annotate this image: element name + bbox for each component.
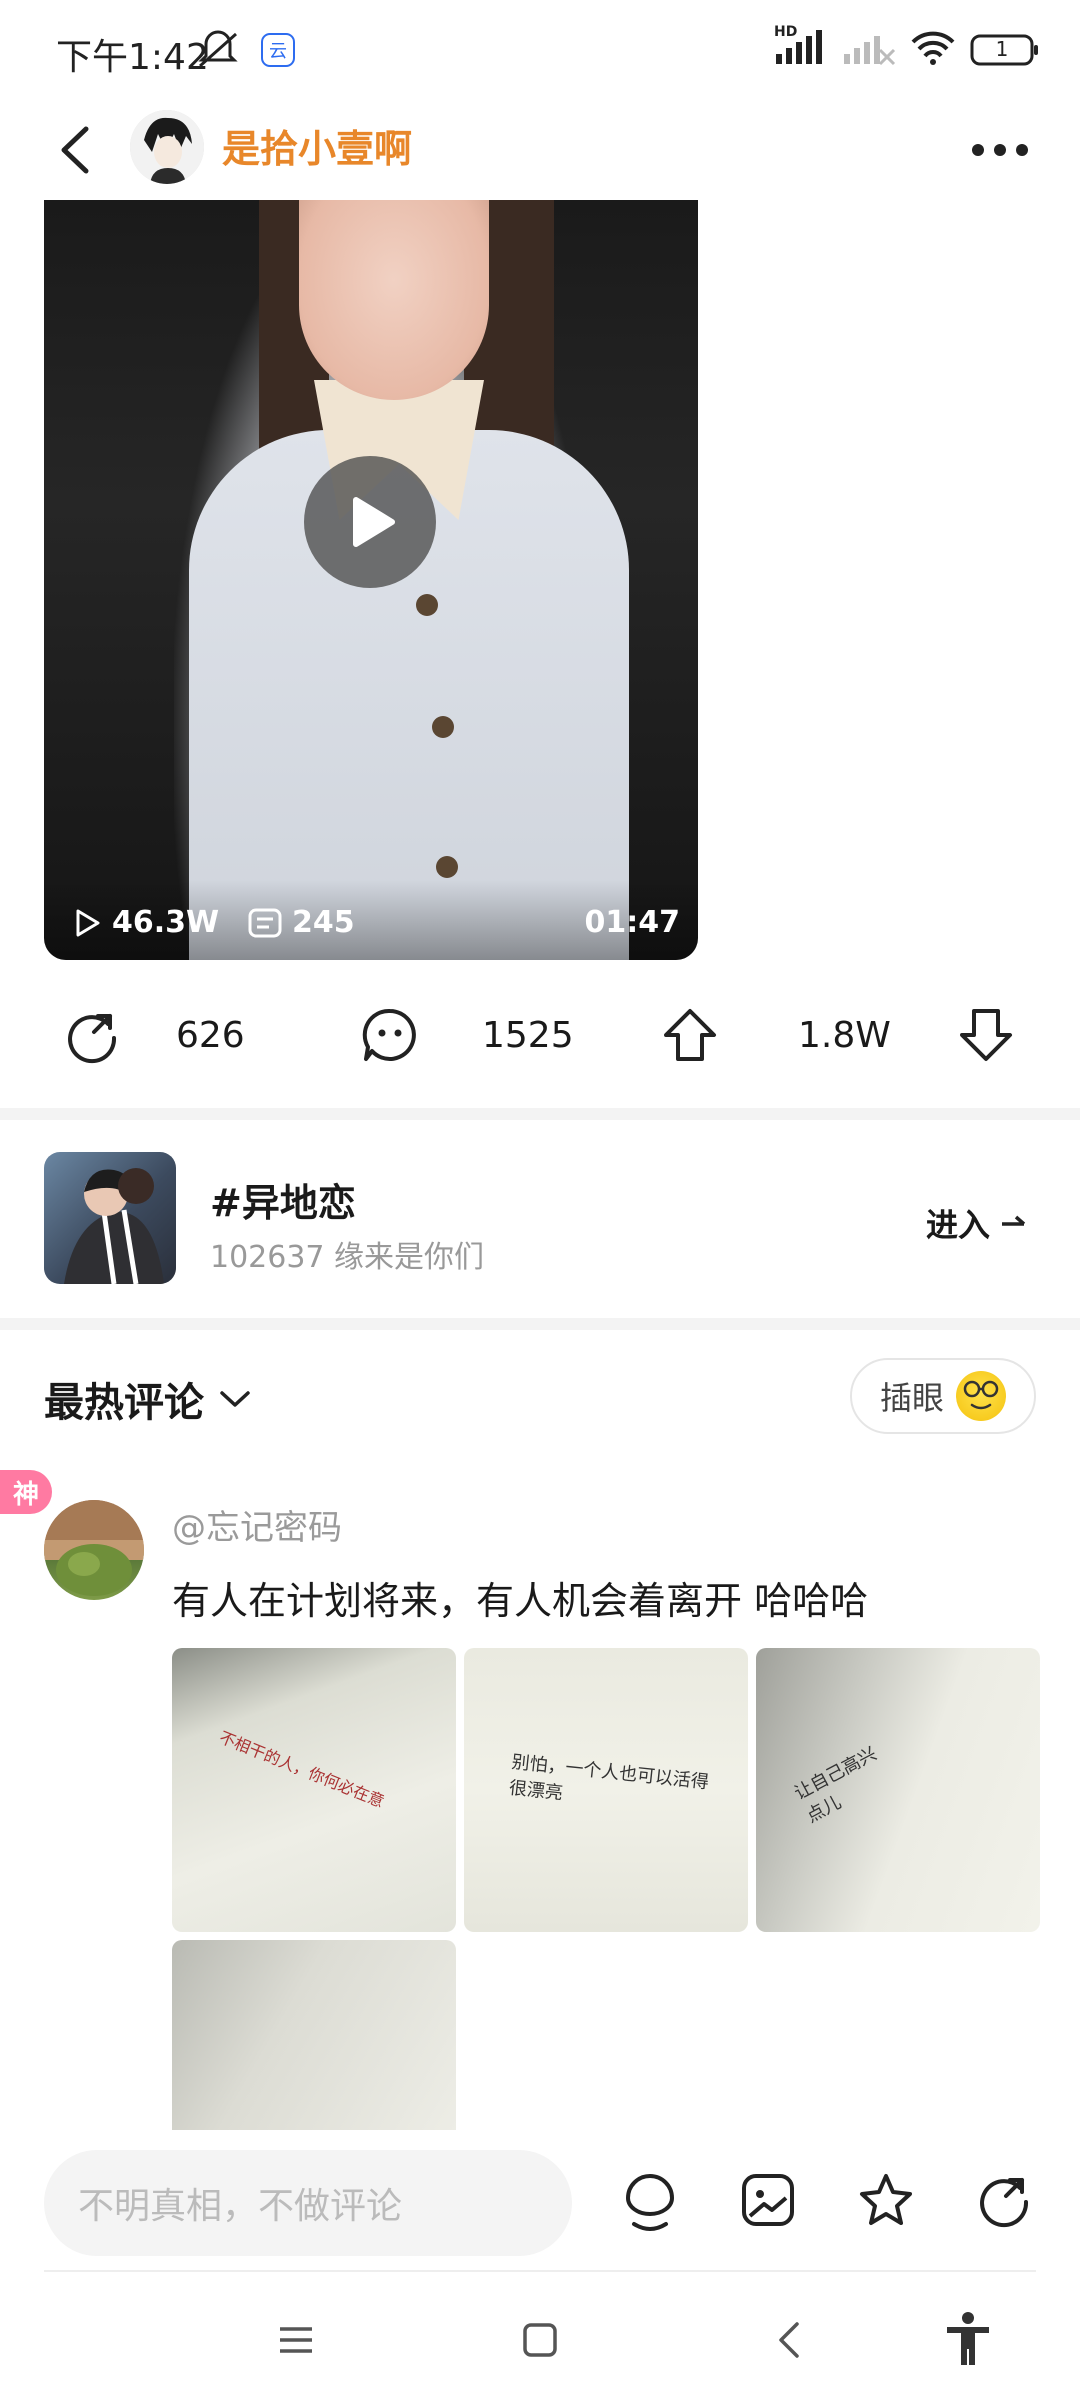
image-button[interactable]: [732, 2164, 804, 2236]
comment-image-caption: 不相干的人，你何必在意: [216, 1727, 387, 1812]
system-back-button[interactable]: [760, 2310, 820, 2370]
commenter-avatar[interactable]: [44, 1500, 144, 1600]
downvote-icon: [960, 1009, 1012, 1061]
video-views: 46.3W: [70, 905, 219, 940]
downvote-button[interactable]: [956, 980, 1016, 1090]
mute-icon: [196, 30, 240, 74]
danmaku-count: 245: [292, 905, 355, 940]
status-bar: 下午1:42 云 HD 1: [0, 0, 1080, 100]
topic-enter-label: 进入: [925, 1206, 990, 1244]
insert-eye-label: 插眼: [880, 1379, 945, 1417]
network-label: HD: [774, 24, 798, 40]
accessibility-icon: [947, 2312, 989, 2365]
refresh-share-icon: [980, 2178, 1029, 2228]
comment-image[interactable]: 让自己高兴点儿: [756, 1648, 1040, 1932]
post-actions: 626 1525 1.8W: [0, 980, 1080, 1090]
views-count: 46.3W: [112, 905, 220, 940]
comment-sort-dropdown[interactable]: 最热评论: [44, 1370, 252, 1428]
god-comment-badge: 神: [0, 1470, 52, 1514]
author-avatar[interactable]: [130, 110, 204, 184]
comment-count: 1525: [482, 1014, 574, 1056]
menu-icon: [280, 2327, 312, 2353]
battery-level: 1: [995, 37, 1009, 61]
home-button[interactable]: [510, 2310, 570, 2370]
signal-icon: HD: [774, 24, 828, 70]
share-count: 626: [176, 1014, 245, 1056]
topic-subtitle: 102637 缘来是你们: [210, 1240, 485, 1275]
image-icon: [742, 2174, 794, 2226]
more-icon-dot: [1016, 144, 1028, 156]
danmaku-icon: [248, 908, 282, 937]
status-time: 下午1:42: [56, 37, 209, 78]
video-frame-button: [416, 594, 438, 616]
wifi-icon: [910, 30, 956, 70]
status-indicators: HD 1: [774, 24, 1040, 70]
comment-image[interactable]: [172, 1940, 456, 2130]
upvote-count: 1.8W: [798, 1014, 891, 1056]
play-button[interactable]: [304, 456, 436, 588]
chevron-down-icon: [220, 1391, 250, 1407]
post-header: 是拾小壹啊: [0, 100, 1080, 200]
arrow-right-icon: [1002, 1215, 1026, 1226]
app-notification-icon: 云: [258, 30, 298, 70]
more-icon-dot: [994, 144, 1006, 156]
more-icon-dot: [972, 144, 984, 156]
video-stats-overlay: 46.3W 245 01:47: [44, 880, 698, 960]
home-icon: [523, 2323, 557, 2357]
section-divider: [0, 1108, 1080, 1120]
share-button[interactable]: 626: [64, 980, 245, 1090]
svg-text:云: 云: [269, 41, 287, 62]
menu-button[interactable]: [266, 2310, 326, 2370]
play-icon: [353, 497, 395, 547]
comments-section-title: 最热评论: [44, 1380, 204, 1426]
topic-enter-button[interactable]: 进入: [926, 1200, 1028, 1246]
comment-image[interactable]: 不相干的人，你何必在意: [172, 1648, 456, 1932]
upvote-icon: [664, 1009, 716, 1061]
views-icon: [76, 909, 100, 936]
nav-back-icon: [779, 2322, 799, 2358]
comment-button[interactable]: 1525: [360, 980, 574, 1090]
comment-input[interactable]: 不明真相，不做评论: [44, 2150, 572, 2256]
voice-button[interactable]: [614, 2164, 686, 2236]
emoji-icon: [956, 1371, 1007, 1421]
comment-text: 有人在计划将来，有人机会着离开 哈哈哈: [172, 1579, 869, 1623]
topic-name: #异地恋: [210, 1181, 356, 1225]
more-button[interactable]: [950, 120, 1050, 180]
favorite-button[interactable]: [850, 2164, 922, 2236]
comment-image-caption: 让自己高兴点儿: [790, 1743, 881, 1828]
video-frame-button: [436, 856, 458, 878]
share-bottom-button[interactable]: [968, 2164, 1040, 2236]
back-icon: [61, 126, 89, 174]
signal-2-icon: [842, 30, 896, 70]
video-danmaku: 245: [248, 905, 355, 940]
battery-icon: 1: [970, 33, 1040, 67]
section-divider: [0, 1318, 1080, 1330]
comments-header: 最热评论 插眼: [0, 1330, 1080, 1460]
video-duration: 01:47: [584, 905, 681, 940]
share-icon: [68, 1014, 117, 1064]
comment-image[interactable]: 别怕，一个人也可以活得很漂亮: [464, 1648, 748, 1932]
video-frame-face: [299, 200, 489, 400]
mic-icon: [625, 2174, 675, 2231]
upvote-button[interactable]: 1.8W: [660, 980, 891, 1090]
commenter-name[interactable]: @忘记密码: [172, 1500, 342, 1549]
bottom-comment-bar: 不明真相，不做评论: [0, 2130, 1080, 2270]
insert-eye-button[interactable]: 插眼: [850, 1358, 1036, 1434]
accessibility-button[interactable]: [938, 2310, 998, 2370]
system-navigation-bar: [0, 2280, 1080, 2400]
comment-image-caption: 别怕，一个人也可以活得很漂亮: [507, 1751, 710, 1805]
topic-card[interactable]: #异地恋 102637 缘来是你们 进入: [0, 1122, 1080, 1318]
video-player[interactable]: 46.3W 245 01:47: [44, 200, 698, 960]
author-name[interactable]: 是拾小壹啊: [222, 118, 412, 173]
bottom-divider: [44, 2270, 1036, 2272]
star-icon: [860, 2174, 912, 2225]
back-button[interactable]: [40, 114, 112, 186]
comment-icon: [362, 1008, 416, 1061]
topic-cover: [44, 1152, 176, 1284]
video-frame-button: [432, 716, 454, 738]
